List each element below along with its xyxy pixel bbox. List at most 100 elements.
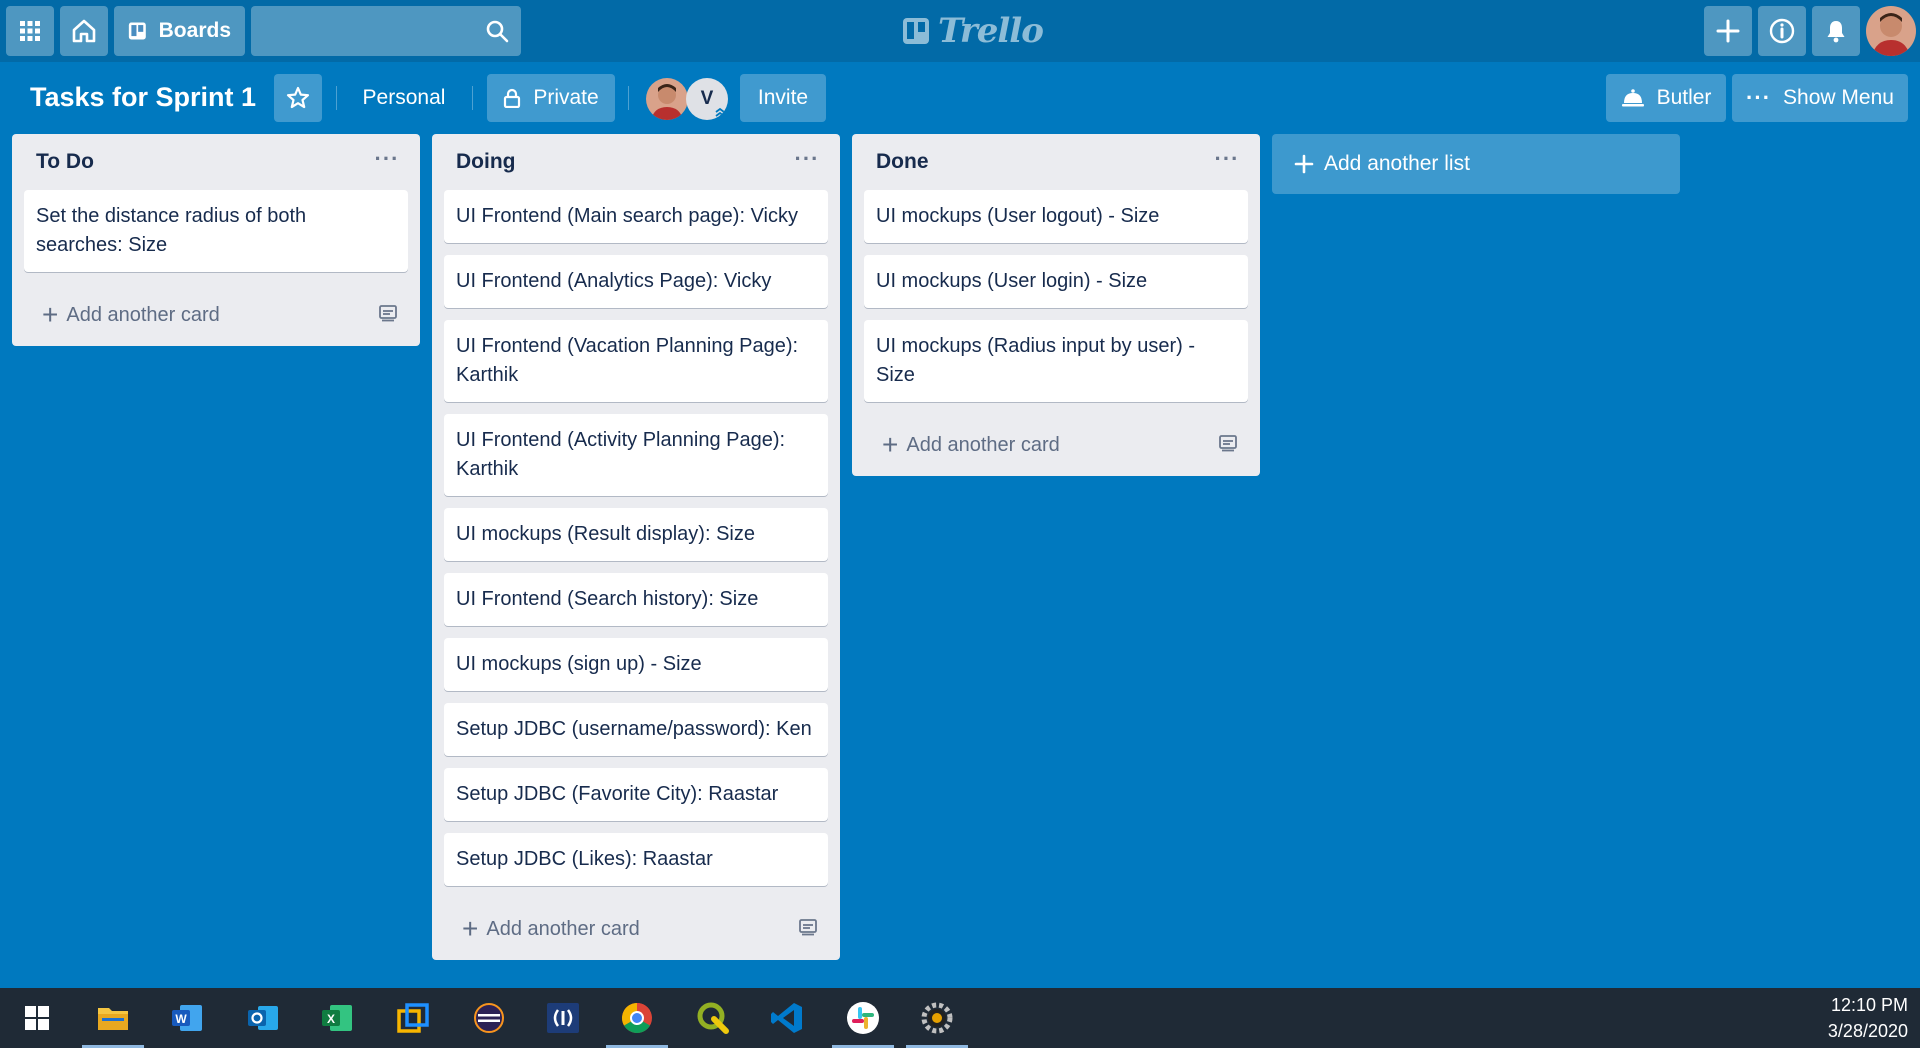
card[interactable]: UI mockups (Radius input by user) - Size bbox=[864, 320, 1248, 402]
plus-icon bbox=[1294, 154, 1314, 174]
list-to-do: To Do ··· Set the distance radius of bot… bbox=[12, 134, 420, 346]
member-avatar-initial[interactable]: V bbox=[686, 78, 728, 120]
card[interactable]: UI Frontend (Activity Planning Page): Ka… bbox=[444, 414, 828, 496]
card[interactable]: Setup JDBC (username/password): Ken bbox=[444, 703, 828, 756]
card[interactable]: UI mockups (User login) - Size bbox=[864, 255, 1248, 308]
home-button[interactable] bbox=[60, 6, 108, 56]
grid-icon bbox=[20, 21, 40, 41]
add-card-button[interactable]: + Add another card bbox=[12, 284, 420, 346]
taskbar-vscode[interactable] bbox=[750, 988, 824, 1048]
taskbar-slack[interactable] bbox=[826, 988, 900, 1048]
board-title[interactable]: Tasks for Sprint 1 bbox=[30, 82, 256, 113]
list-done: Done ··· UI mockups (User logout) - Size… bbox=[852, 134, 1260, 476]
taskbar-eclipse[interactable] bbox=[452, 988, 526, 1048]
butler-button[interactable]: Butler bbox=[1606, 74, 1726, 122]
boards-button[interactable]: Boards bbox=[114, 6, 245, 56]
member-initial: V bbox=[700, 88, 714, 109]
admin-chevron-icon bbox=[715, 107, 725, 117]
plus-icon: + bbox=[42, 299, 59, 330]
notifications-button[interactable] bbox=[1812, 6, 1860, 56]
outlook-icon bbox=[248, 1006, 278, 1030]
list-title[interactable]: To Do bbox=[36, 150, 94, 174]
add-list-button[interactable]: Add another list bbox=[1272, 134, 1680, 194]
remote-desktop-icon bbox=[547, 1003, 579, 1033]
start-button[interactable] bbox=[0, 988, 74, 1048]
word-icon: W bbox=[172, 1005, 202, 1031]
visibility-button[interactable]: Private bbox=[487, 74, 615, 122]
add-card-label: Add another card bbox=[66, 303, 220, 326]
card[interactable]: UI Frontend (Vacation Planning Page): Ka… bbox=[444, 320, 828, 402]
lock-icon bbox=[504, 88, 521, 108]
more-dots-icon: ··· bbox=[794, 146, 820, 171]
card[interactable]: UI mockups (Result display): Size bbox=[444, 508, 828, 561]
system-clock[interactable]: 12:10 PM 3/28/2020 bbox=[1828, 992, 1908, 1044]
taskbar-virtualbox[interactable] bbox=[376, 988, 450, 1048]
butler-bell-icon bbox=[1621, 89, 1644, 107]
taskbar-word[interactable]: W bbox=[150, 988, 224, 1048]
apps-menu-button[interactable] bbox=[6, 6, 54, 56]
list-menu-button[interactable]: ··· bbox=[790, 144, 824, 174]
create-button[interactable] bbox=[1704, 6, 1752, 56]
card-list: Set the distance radius of both searches… bbox=[12, 190, 420, 272]
list-header: Done ··· bbox=[852, 134, 1260, 190]
list-title[interactable]: Doing bbox=[456, 150, 515, 174]
card[interactable]: UI Frontend (Main search page): Vicky bbox=[444, 190, 828, 243]
header-divider bbox=[628, 86, 629, 110]
taskbar-remote-desktop[interactable] bbox=[526, 988, 600, 1048]
plus-icon: + bbox=[462, 913, 479, 944]
taskbar-excel[interactable]: X bbox=[300, 988, 374, 1048]
card-template-icon[interactable] bbox=[378, 304, 398, 322]
star-board-button[interactable] bbox=[274, 74, 322, 122]
add-card-label: Add another card bbox=[906, 433, 1060, 456]
list-header: Doing ··· bbox=[432, 134, 840, 190]
search-input[interactable] bbox=[251, 6, 481, 56]
taskbar-chrome[interactable] bbox=[600, 988, 674, 1048]
visibility-label: Private bbox=[533, 86, 599, 109]
taskbar-qgis[interactable] bbox=[676, 988, 750, 1048]
list-header: To Do ··· bbox=[12, 134, 420, 190]
invite-button[interactable]: Invite bbox=[740, 74, 826, 122]
invite-label: Invite bbox=[757, 86, 809, 109]
info-button[interactable] bbox=[1758, 6, 1806, 56]
add-card-button[interactable]: + Add another card bbox=[432, 898, 840, 960]
bell-icon bbox=[1827, 21, 1845, 43]
card[interactable]: UI Frontend (Analytics Page): Vicky bbox=[444, 255, 828, 308]
more-dots-icon: ··· bbox=[1214, 146, 1240, 171]
list-title[interactable]: Done bbox=[876, 150, 929, 174]
eclipse-icon bbox=[474, 1003, 504, 1033]
card[interactable]: Setup JDBC (Likes): Raastar bbox=[444, 833, 828, 886]
search-icon bbox=[486, 20, 509, 43]
user-photo-icon bbox=[1866, 6, 1916, 56]
vscode-icon bbox=[771, 1003, 802, 1033]
search-field[interactable] bbox=[251, 6, 521, 56]
team-button[interactable]: Personal bbox=[350, 74, 458, 122]
card-list: UI mockups (User logout) - Size UI mocku… bbox=[852, 190, 1260, 402]
trello-logo[interactable]: Trello bbox=[902, 11, 1044, 51]
show-menu-button[interactable]: ··· Show Menu bbox=[1732, 74, 1908, 122]
info-icon bbox=[1769, 18, 1795, 44]
taskbar-file-explorer[interactable] bbox=[76, 988, 150, 1048]
add-card-button[interactable]: + Add another card bbox=[852, 414, 1260, 476]
taskbar-outlook[interactable] bbox=[226, 988, 300, 1048]
member-avatar[interactable] bbox=[646, 78, 688, 120]
folder-icon bbox=[98, 1008, 128, 1030]
card-template-icon[interactable] bbox=[798, 918, 818, 936]
qgis-icon bbox=[697, 1002, 729, 1034]
home-icon bbox=[72, 19, 96, 43]
trello-logo-icon bbox=[903, 18, 929, 44]
header-divider bbox=[336, 86, 337, 110]
user-avatar[interactable] bbox=[1866, 6, 1916, 56]
add-card-label: Add another card bbox=[486, 917, 640, 940]
card[interactable]: UI mockups (sign up) - Size bbox=[444, 638, 828, 691]
card-template-icon[interactable] bbox=[1218, 434, 1238, 452]
taskbar-settings-app[interactable] bbox=[900, 988, 974, 1048]
card[interactable]: UI Frontend (Search history): Size bbox=[444, 573, 828, 626]
star-icon bbox=[286, 86, 310, 109]
settings-gear-icon bbox=[921, 1002, 953, 1034]
card[interactable]: Set the distance radius of both searches… bbox=[24, 190, 408, 272]
card[interactable]: UI mockups (User logout) - Size bbox=[864, 190, 1248, 243]
card[interactable]: Setup JDBC (Favorite City): Raastar bbox=[444, 768, 828, 821]
list-menu-button[interactable]: ··· bbox=[370, 144, 404, 174]
team-label: Personal bbox=[362, 86, 446, 109]
list-menu-button[interactable]: ··· bbox=[1210, 144, 1244, 174]
